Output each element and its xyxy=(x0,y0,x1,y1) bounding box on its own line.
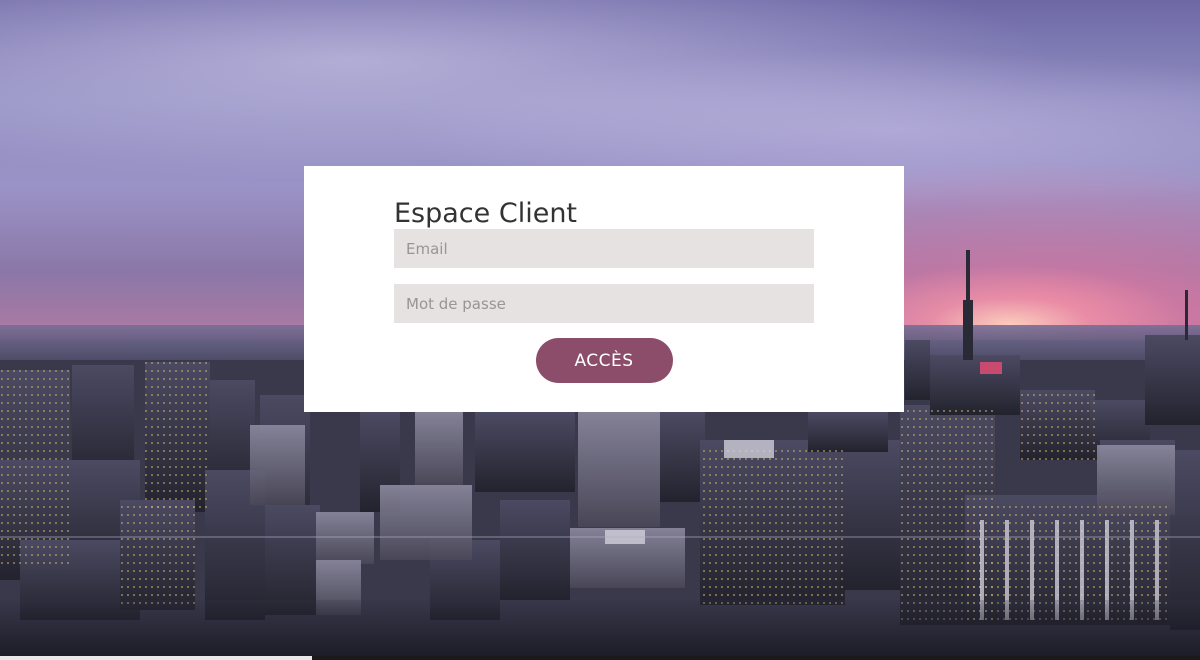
crowd-silhouettes xyxy=(0,600,1200,660)
bottom-edge-segment xyxy=(0,656,312,660)
login-title: Espace Client xyxy=(394,198,578,229)
login-card: Espace Client ACCÈS xyxy=(304,166,904,412)
login-form: Espace Client ACCÈS xyxy=(394,196,814,383)
email-input[interactable] xyxy=(394,229,814,268)
bottom-edge-bar xyxy=(0,656,1200,660)
submit-wrapper: ACCÈS xyxy=(394,338,814,383)
password-input[interactable] xyxy=(394,284,814,323)
access-button[interactable]: ACCÈS xyxy=(535,338,673,383)
